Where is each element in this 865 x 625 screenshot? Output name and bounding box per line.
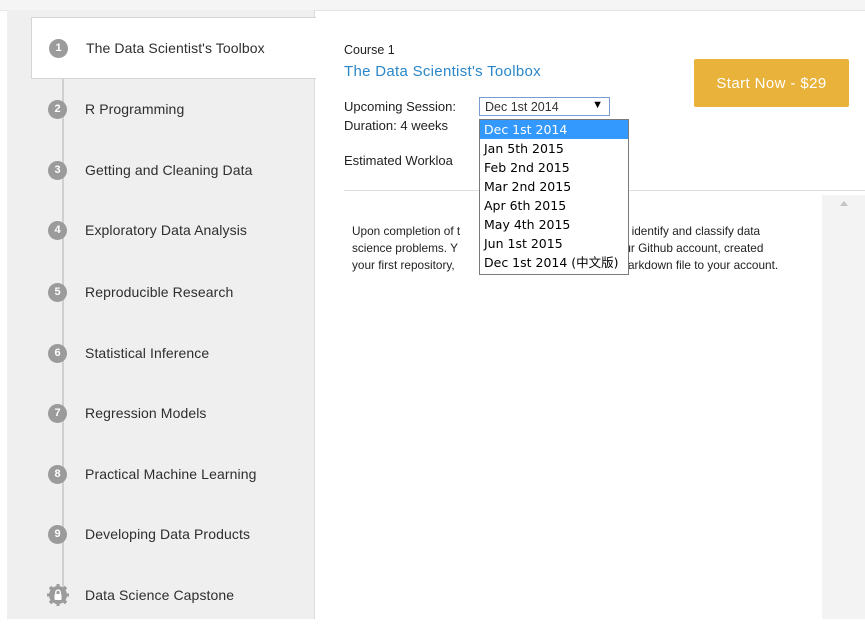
step-number-badge: 9 [48,524,67,544]
scroll-up-arrow-icon[interactable] [840,201,848,206]
description-text: l your Github account, created [606,241,764,255]
course-number-label: Course 1 [344,43,395,57]
estimated-workload-label: Estimated Workloa [344,153,453,168]
sidebar-item-reproducible-research[interactable]: 5 Reproducible Research [31,262,314,322]
sidebar-item-practical-machine-learning[interactable]: 8 Practical Machine Learning [31,444,314,504]
dropdown-arrow-icon: ▼ [592,99,603,111]
sidebar-item-label: Developing Data Products [85,526,251,542]
step-number-badge: 3 [48,160,67,180]
description-text: arkdown file to your account. [628,258,779,272]
course-title-link[interactable]: The Data Scientist's Toolbox [344,63,541,80]
description-text: Upon completion of t [352,224,461,238]
step-number-badge: 6 [48,343,67,363]
upcoming-session-label: Upcoming Session: [344,99,456,114]
session-option[interactable]: May 4th 2015 [480,215,628,234]
sidebar-item-label: R Programming [85,101,185,117]
step-number-badge: 7 [48,403,67,423]
session-select[interactable]: Dec 1st 2014 ▼ [479,97,610,116]
sidebar-item-r-programming[interactable]: 2 R Programming [31,79,314,139]
sidebar-item-regression-models[interactable]: 7 Regression Models [31,383,314,443]
session-option[interactable]: Dec 1st 2014 [480,120,628,139]
description-text: le to identify and classify data [606,224,761,238]
description-text: your first repository, [352,258,455,272]
sidebar-item-label: Practical Machine Learning [85,466,257,482]
sidebar-item-label: Statistical Inference [85,345,210,361]
sidebar-item-data-scientists-toolbox[interactable]: 1 The Data Scientist's Toolbox [31,17,316,79]
sidebar-item-data-science-capstone[interactable]: Data Science Capstone [31,565,314,625]
session-option[interactable]: Apr 6th 2015 [480,196,628,215]
session-dropdown-list[interactable]: Dec 1st 2014 Jan 5th 2015 Feb 2nd 2015 M… [479,119,629,275]
course-sidebar: 1 The Data Scientist's Toolbox 2 R Progr… [7,10,316,619]
duration-label: Duration: 4 weeks [344,118,449,133]
vertical-scrollbar[interactable] [822,195,865,619]
sidebar-item-getting-cleaning-data[interactable]: 3 Getting and Cleaning Data [31,140,314,200]
sidebar-item-exploratory-data-analysis[interactable]: 4 Exploratory Data Analysis [31,200,314,260]
step-number-badge: 4 [48,220,67,240]
step-number-badge: 2 [48,99,67,119]
sidebar-item-label: The Data Scientist's Toolbox [86,40,265,56]
sidebar-item-label: Data Science Capstone [85,587,235,603]
step-number-badge: 8 [48,464,67,484]
sidebar-item-statistical-inference[interactable]: 6 Statistical Inference [31,323,314,383]
lock-gear-icon [47,584,69,606]
sidebar-item-label: Getting and Cleaning Data [85,162,253,178]
sidebar-item-label: Exploratory Data Analysis [85,222,248,238]
step-number-badge: 5 [48,282,67,302]
sidebar-item-developing-data-products[interactable]: 9 Developing Data Products [31,504,314,564]
sidebar-item-label: Reproducible Research [85,284,234,300]
session-option[interactable]: Jun 1st 2015 [480,234,628,253]
session-option[interactable]: Mar 2nd 2015 [480,177,628,196]
sidebar-item-label: Regression Models [85,405,207,421]
session-select-value: Dec 1st 2014 [485,99,559,114]
step-number-badge: 1 [49,38,68,58]
start-now-button[interactable]: Start Now - $29 [694,59,849,107]
session-option[interactable]: Feb 2nd 2015 [480,158,628,177]
description-text: science problems. Y [352,241,459,255]
session-option[interactable]: Jan 5th 2015 [480,139,628,158]
session-option[interactable]: Dec 1st 2014 (中文版) [480,253,628,272]
